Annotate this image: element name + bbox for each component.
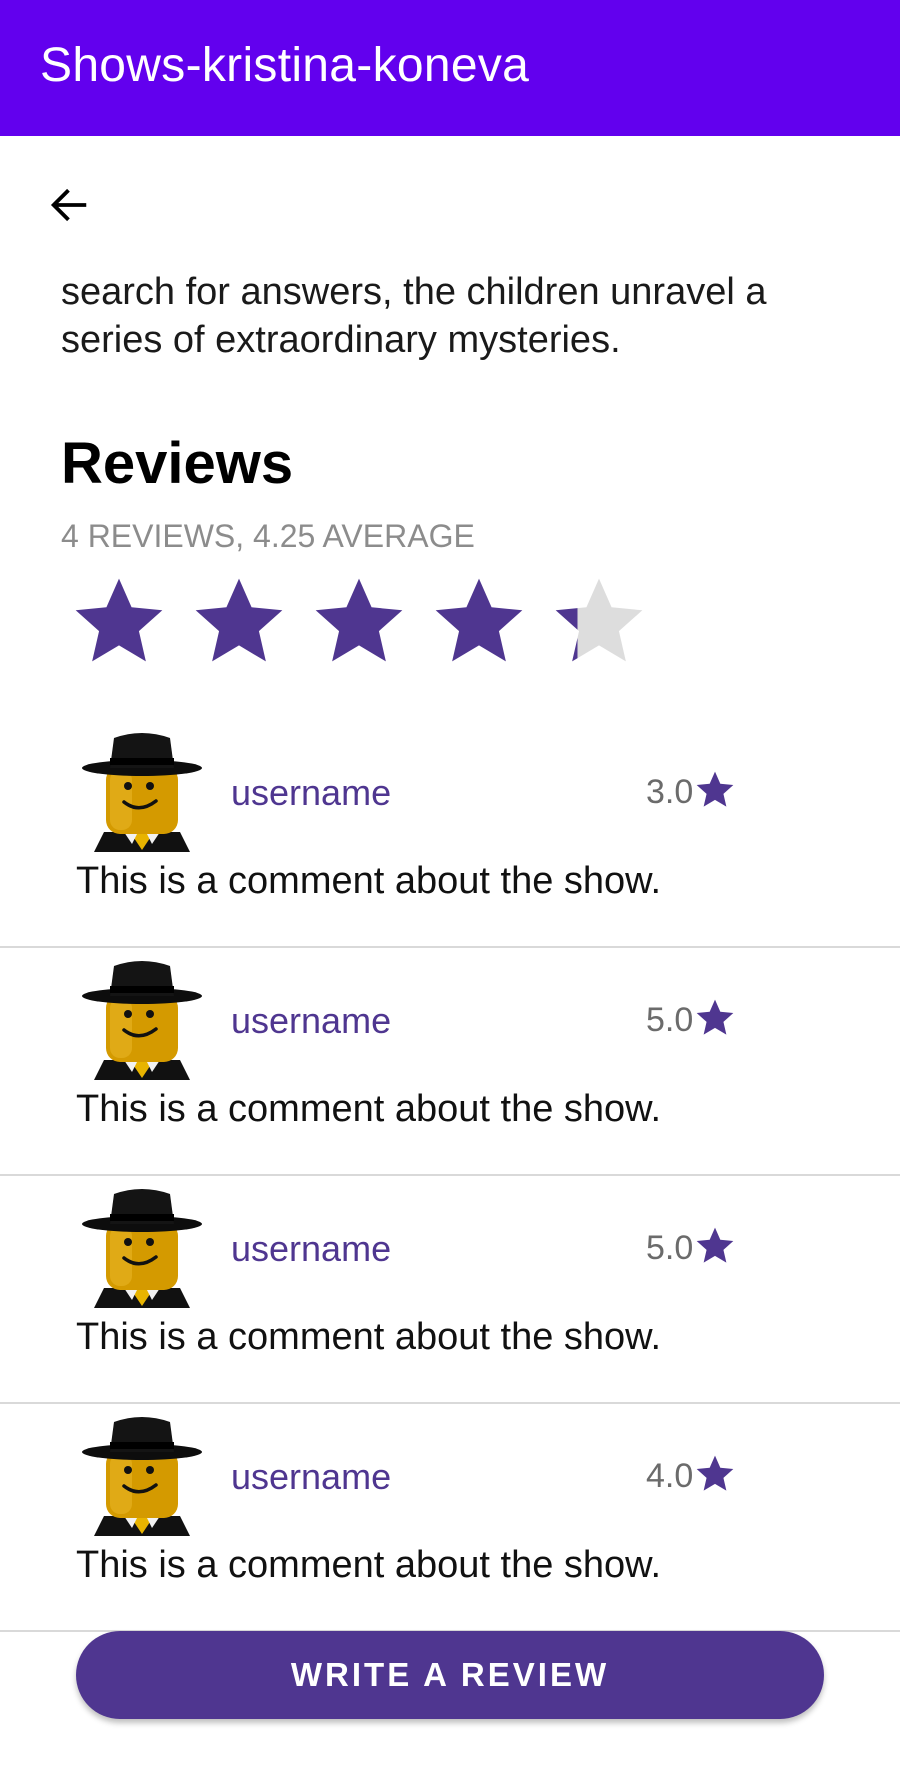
review-rating-value: 3.0 xyxy=(646,772,694,811)
review-list: username 3.0 This is a comment about the s… xyxy=(0,720,900,1632)
star-icon xyxy=(693,996,737,1040)
review-rating-value: 5.0 xyxy=(646,1000,694,1039)
review-rating: 5.0 xyxy=(646,1228,737,1268)
back-button[interactable] xyxy=(36,172,102,238)
rating-star-icon xyxy=(181,566,301,676)
review-username: username xyxy=(231,1000,392,1041)
arrow-left-icon xyxy=(50,188,87,222)
star-icon xyxy=(693,768,737,812)
reviews-heading: Reviews xyxy=(61,431,294,496)
lego-minifigure-avatar-icon xyxy=(80,1412,204,1536)
avatar xyxy=(80,728,204,852)
review-comment: This is a comment about the show. xyxy=(76,1088,662,1130)
app-bar: Shows-kristina-koneva xyxy=(0,0,900,136)
review-rating: 5.0 xyxy=(646,1000,737,1040)
review-rating-value: 5.0 xyxy=(646,1228,694,1267)
rating-star-icon xyxy=(301,566,421,676)
review-username: username xyxy=(231,1456,392,1497)
review-comment: This is a comment about the show. xyxy=(76,860,662,902)
review-comment: This is a comment about the show. xyxy=(76,1316,662,1358)
star-icon xyxy=(693,1452,737,1496)
review-item: username 4.0 This is a comment about the s… xyxy=(0,1404,900,1632)
lego-minifigure-avatar-icon xyxy=(80,1184,204,1308)
write-review-label: WRITE A REVIEW xyxy=(290,1656,610,1693)
app-title: Shows-kristina-koneva xyxy=(40,39,530,92)
review-item: username 5.0 This is a comment about the s… xyxy=(0,1176,900,1404)
write-review-button[interactable]: WRITE A REVIEW xyxy=(76,1631,824,1719)
review-rating: 3.0 xyxy=(646,772,737,812)
review-username: username xyxy=(231,772,392,813)
review-username: username xyxy=(231,1228,392,1269)
review-comment: This is a comment about the show. xyxy=(76,1544,662,1586)
review-item: username 3.0 This is a comment about the s… xyxy=(0,720,900,948)
star-icon xyxy=(693,1224,737,1268)
review-rating-value: 4.0 xyxy=(646,1456,694,1495)
rating-star-icon xyxy=(541,566,661,676)
rating-star-icon xyxy=(421,566,541,676)
avatar xyxy=(80,1412,204,1536)
lego-minifigure-avatar-icon xyxy=(80,956,204,1080)
rating-star-icon xyxy=(61,566,181,676)
lego-minifigure-avatar-icon xyxy=(80,728,204,852)
review-item: username 5.0 This is a comment about the s… xyxy=(0,948,900,1176)
review-rating: 4.0 xyxy=(646,1456,737,1496)
average-rating-bar xyxy=(61,566,661,676)
avatar xyxy=(80,1184,204,1308)
avatar xyxy=(80,956,204,1080)
show-description: search for answers, the children unravel… xyxy=(61,271,767,361)
reviews-summary: 4 REVIEWS, 4.25 AVERAGE xyxy=(61,518,475,554)
